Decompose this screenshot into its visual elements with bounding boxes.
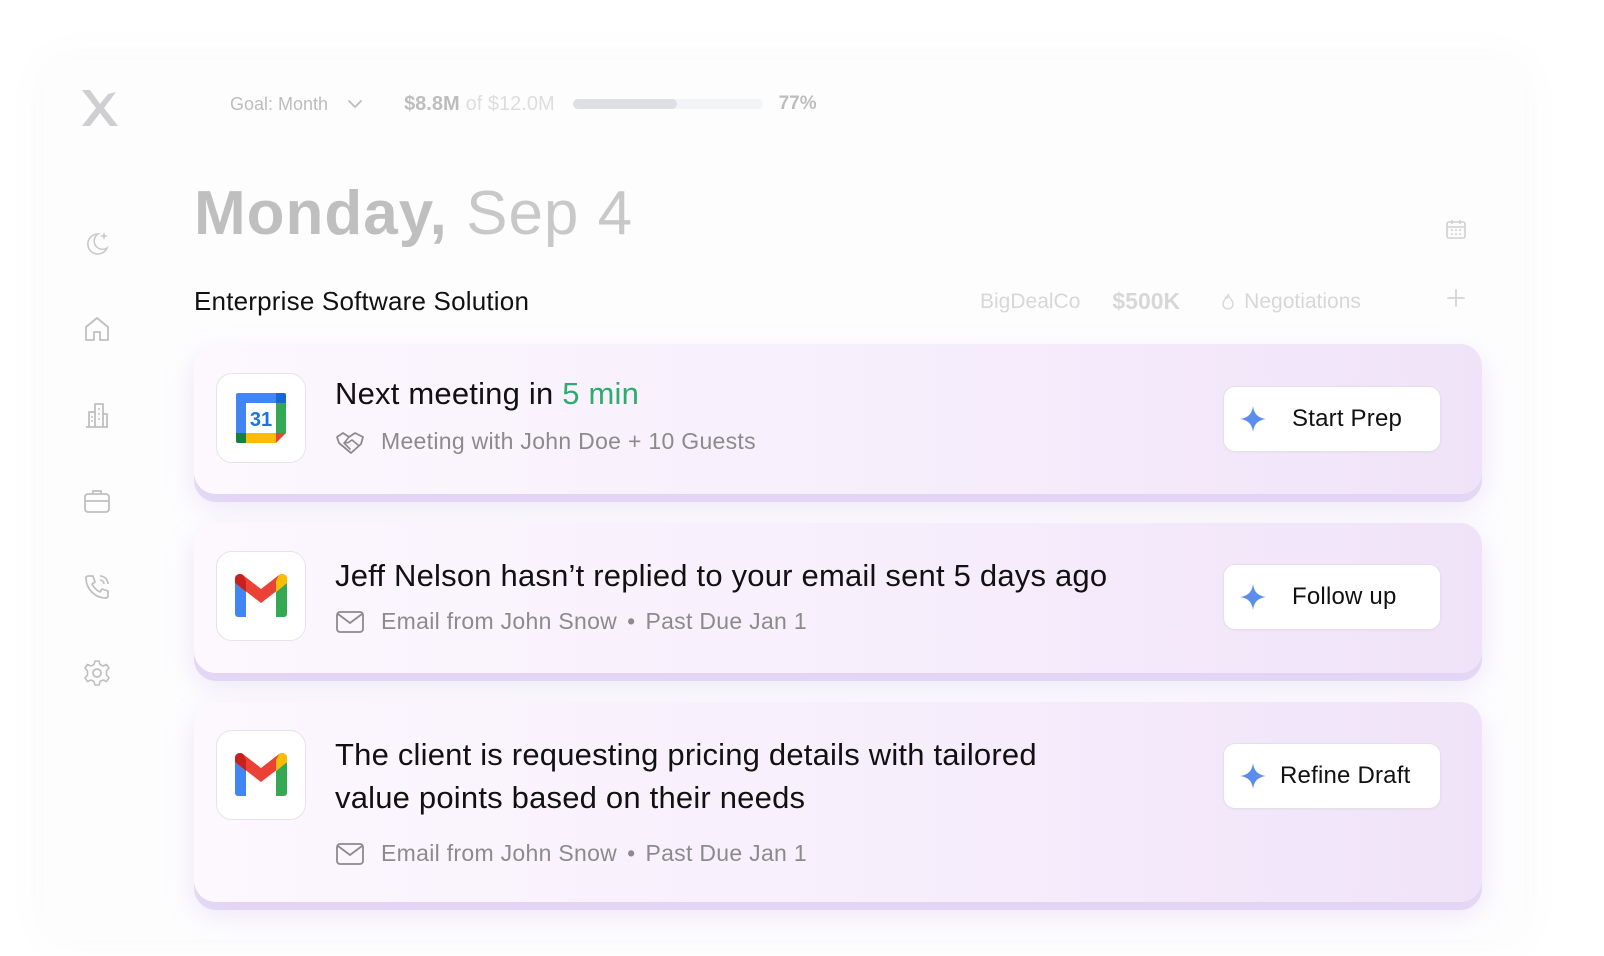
- goal-target: of $12.0M: [465, 92, 555, 115]
- plus-icon[interactable]: [1446, 288, 1466, 308]
- sparkle-icon: [1240, 763, 1266, 789]
- deal-stage: Negotiations: [1220, 290, 1361, 314]
- sparkle-icon: [1240, 406, 1266, 432]
- sidebar-item-companies[interactable]: [80, 398, 114, 432]
- card-title: The client is requesting pricing details…: [335, 733, 1037, 819]
- building-icon: [86, 403, 108, 428]
- sparkle-icon: [1240, 584, 1266, 610]
- card-subtitle: Email from John Snow • Past Due Jan 1: [335, 608, 807, 635]
- sidebar-item-deals[interactable]: [80, 484, 114, 518]
- goal-progress-bar: [572, 99, 763, 109]
- google-calendar-logo: 31: [236, 393, 286, 443]
- goal-bar: Goal: Month $8.8M of $12.0M 77%: [230, 88, 817, 120]
- goal-progress-fill: [572, 99, 678, 109]
- refine-draft-label: Refine Draft: [1280, 762, 1411, 789]
- deal-value: $500K: [1112, 288, 1181, 314]
- gmail-icon: [216, 730, 306, 820]
- time-until-meeting: 5 min: [562, 376, 640, 411]
- card-title-text: Next meeting in: [335, 376, 563, 411]
- start-prep-label: Start Prep: [1292, 405, 1403, 432]
- meeting-description: Meeting with John Doe + 10 Guests: [381, 428, 756, 454]
- briefcase-icon: [84, 490, 110, 513]
- due-date: Past Due Jan 1: [645, 840, 807, 866]
- chevron-down-icon[interactable]: [346, 95, 364, 113]
- separator-dot: •: [627, 840, 636, 866]
- start-prep-button[interactable]: Start Prep: [1223, 386, 1441, 452]
- follow-up-label: Follow up: [1292, 583, 1397, 610]
- deal-meta: BigDealCo $500K Negotiations: [980, 288, 1361, 315]
- app-logo: [82, 90, 118, 126]
- card-title-line-1: The client is requesting pricing details…: [335, 737, 1037, 772]
- email-sender: Email from John Snow: [381, 840, 618, 866]
- gmail-logo: [235, 574, 287, 617]
- sidebar-item-calls[interactable]: [80, 570, 114, 604]
- goal-period-select[interactable]: Goal: Month: [230, 94, 328, 115]
- deal-title[interactable]: Enterprise Software Solution: [194, 286, 529, 317]
- google-calendar-icon: 31: [216, 373, 306, 463]
- task-card-meeting[interactable]: 31 Next meeting in 5 min Meeting with Jo…: [194, 344, 1482, 494]
- home-icon: [85, 317, 109, 341]
- card-subtitle: Meeting with John Doe + 10 Guests: [335, 428, 756, 455]
- card-title-line-2: value points based on their needs: [335, 780, 806, 815]
- page-title: Monday, Sep 4: [194, 178, 633, 250]
- separator-dot: •: [627, 608, 636, 634]
- due-date: Past Due Jan 1: [645, 608, 807, 634]
- flame-icon: [1222, 293, 1234, 310]
- deal-stage-label: Negotiations: [1244, 289, 1361, 313]
- weekday-label: Monday,: [194, 179, 448, 248]
- refine-draft-button[interactable]: Refine Draft: [1223, 743, 1441, 809]
- phone-call-icon: [85, 575, 109, 599]
- calendar-day-number: 31: [250, 409, 272, 431]
- card-title: Jeff Nelson hasn’t replied to your email…: [335, 558, 1108, 593]
- mail-icon: [336, 610, 364, 633]
- goal-amount: $8.8M: [404, 92, 460, 115]
- goal-percent: 77%: [778, 93, 817, 114]
- email-sender: Email from John Snow: [381, 608, 618, 634]
- follow-up-button[interactable]: Follow up: [1223, 564, 1441, 630]
- handshake-icon: [336, 431, 364, 454]
- mail-icon: [336, 842, 364, 865]
- card-title: Next meeting in 5 min: [335, 372, 639, 415]
- sidebar-item-settings[interactable]: [80, 656, 114, 690]
- deal-company: BigDealCo: [980, 289, 1081, 313]
- sidebar-item-assistant[interactable]: [80, 226, 114, 260]
- moon-sparkle-icon: [87, 232, 109, 255]
- task-card-refine-draft[interactable]: The client is requesting pricing details…: [194, 702, 1482, 902]
- gmail-icon: [216, 551, 306, 641]
- gear-icon: [84, 660, 110, 686]
- card-subtitle: Email from John Snow • Past Due Jan 1: [335, 840, 807, 867]
- task-card-follow-up[interactable]: Jeff Nelson hasn’t replied to your email…: [194, 523, 1482, 673]
- date-label: Sep 4: [466, 179, 634, 248]
- calendar-icon[interactable]: [1444, 217, 1468, 241]
- sidebar-item-home[interactable]: [80, 312, 114, 346]
- gmail-logo: [235, 753, 287, 796]
